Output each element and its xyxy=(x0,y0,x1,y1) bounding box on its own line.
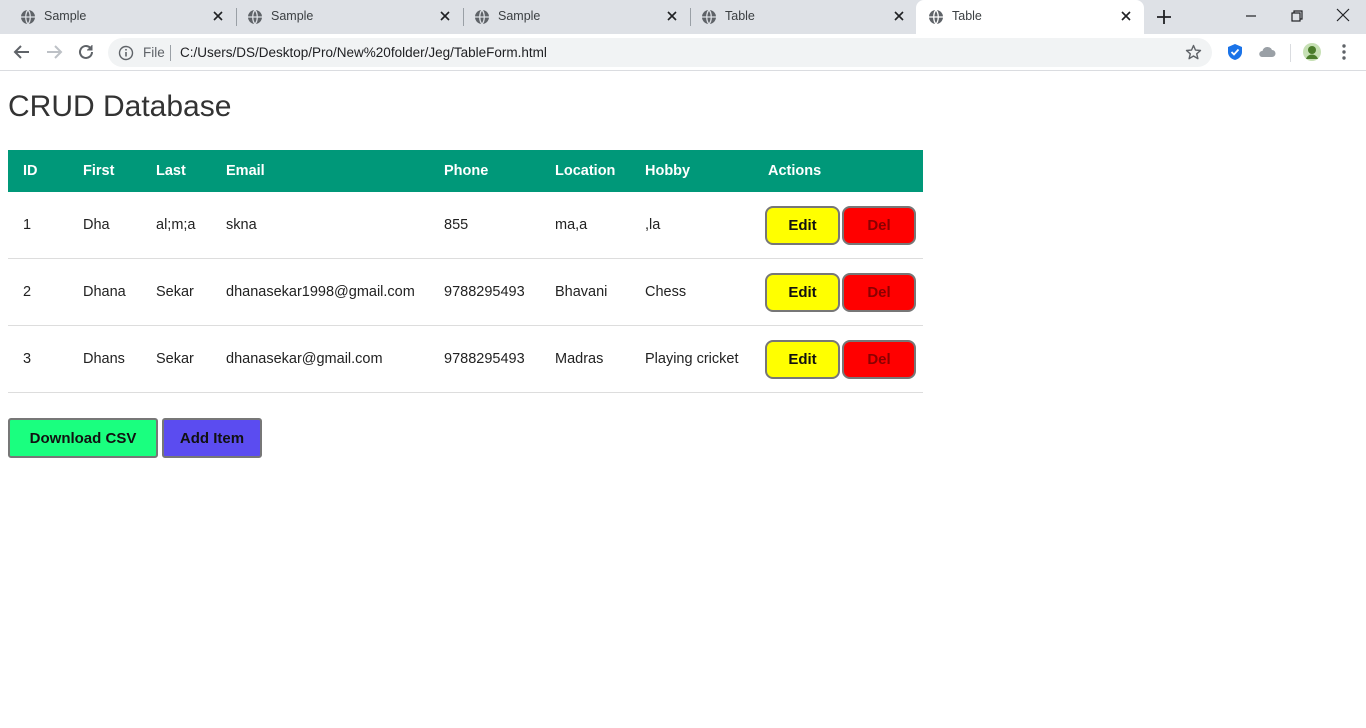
delete-button[interactable]: Del xyxy=(842,272,916,312)
download-csv-button[interactable]: Download CSV xyxy=(8,418,158,458)
toolbar-divider xyxy=(1290,44,1291,62)
tab-title: Sample xyxy=(44,9,87,23)
edit-button[interactable]: Edit xyxy=(765,272,840,312)
address-divider xyxy=(170,45,171,61)
new-tab-icon[interactable] xyxy=(1155,8,1173,26)
column-header-actions: Actions xyxy=(753,150,923,192)
cell-hobby: Playing cricket xyxy=(630,325,753,393)
globe-icon xyxy=(702,9,716,25)
reload-icon[interactable] xyxy=(76,42,96,62)
cell-phone: 9788295493 xyxy=(429,258,540,326)
delete-button[interactable]: Del xyxy=(842,339,916,379)
cell-phone: 855 xyxy=(429,192,540,259)
cell-location: Madras xyxy=(540,325,630,393)
close-tab-icon[interactable] xyxy=(664,8,680,24)
tab-strip: Sample Sample Sample Table Table xyxy=(0,0,1366,34)
table-row: 3 Dhans Sekar dhanasekar@gmail.com 97882… xyxy=(8,325,923,393)
back-icon[interactable] xyxy=(12,42,32,62)
profile-avatar-icon[interactable] xyxy=(1302,42,1322,62)
cell-id: 1 xyxy=(8,192,68,259)
table-row: 2 Dhana Sekar dhanasekar1998@gmail.com 9… xyxy=(8,258,923,326)
close-tab-icon[interactable] xyxy=(210,8,226,24)
edit-button[interactable]: Edit xyxy=(765,205,840,245)
close-tab-icon[interactable] xyxy=(1118,8,1134,24)
cell-id: 3 xyxy=(8,325,68,393)
table-header-row: ID First Last Email Phone Location Hobby… xyxy=(8,150,923,192)
cell-location: ma,a xyxy=(540,192,630,259)
crud-table: ID First Last Email Phone Location Hobby… xyxy=(8,150,923,393)
edit-button[interactable]: Edit xyxy=(765,339,840,379)
info-icon[interactable] xyxy=(118,45,134,61)
cell-hobby: ,la xyxy=(630,192,753,259)
table-row: 1 Dha al;m;a skna 855 ma,a ,la Edit Del xyxy=(8,192,923,259)
cell-last: al;m;a xyxy=(141,192,211,259)
cell-email: dhanasekar@gmail.com xyxy=(211,325,429,393)
cell-first: Dhana xyxy=(68,258,141,326)
column-header-hobby: Hobby xyxy=(630,150,753,192)
cell-actions: Edit Del xyxy=(753,192,923,259)
address-scheme-label: File xyxy=(143,45,165,60)
column-header-id: ID xyxy=(8,150,68,192)
forward-icon[interactable] xyxy=(44,42,64,62)
cell-location: Bhavani xyxy=(540,258,630,326)
browser-tab-1[interactable]: Sample xyxy=(0,0,236,34)
browser-toolbar: File C:/Users/DS/Desktop/Pro/New%20folde… xyxy=(0,34,1366,71)
column-header-email: Email xyxy=(211,150,429,192)
page-title: CRUD Database xyxy=(8,90,232,123)
add-item-button[interactable]: Add Item xyxy=(162,418,262,458)
column-header-phone: Phone xyxy=(429,150,540,192)
delete-button[interactable]: Del xyxy=(842,205,916,245)
close-tab-icon[interactable] xyxy=(437,8,453,24)
browser-tab-4[interactable]: Table xyxy=(681,0,917,34)
cell-email: dhanasekar1998@gmail.com xyxy=(211,258,429,326)
close-tab-icon[interactable] xyxy=(891,8,907,24)
bookmark-star-icon[interactable] xyxy=(1185,44,1202,61)
globe-icon xyxy=(929,9,943,25)
cell-email: skna xyxy=(211,192,429,259)
cell-last: Sekar xyxy=(141,325,211,393)
close-window-icon[interactable] xyxy=(1332,6,1354,26)
tab-title: Sample xyxy=(498,9,541,23)
minimize-icon[interactable] xyxy=(1240,6,1262,26)
address-url[interactable]: C:/Users/DS/Desktop/Pro/New%20folder/Jeg… xyxy=(180,45,547,60)
globe-icon xyxy=(475,9,489,25)
column-header-last: Last xyxy=(141,150,211,192)
cell-actions: Edit Del xyxy=(753,258,923,326)
restore-icon[interactable] xyxy=(1286,6,1308,26)
browser-tab-5-active[interactable]: Table xyxy=(916,0,1144,34)
tab-title: Table xyxy=(952,9,982,23)
cell-first: Dhans xyxy=(68,325,141,393)
shield-extension-icon[interactable] xyxy=(1225,42,1245,62)
cloud-extension-icon[interactable] xyxy=(1257,42,1277,62)
column-header-location: Location xyxy=(540,150,630,192)
browser-tab-3[interactable]: Sample xyxy=(454,0,690,34)
column-header-first: First xyxy=(68,150,141,192)
cell-last: Sekar xyxy=(141,258,211,326)
tab-title: Sample xyxy=(271,9,314,23)
address-bar[interactable]: File C:/Users/DS/Desktop/Pro/New%20folde… xyxy=(108,38,1212,67)
tab-title: Table xyxy=(725,9,755,23)
globe-icon xyxy=(21,9,35,25)
cell-actions: Edit Del xyxy=(753,325,923,393)
cell-first: Dha xyxy=(68,192,141,259)
cell-hobby: Chess xyxy=(630,258,753,326)
menu-kebab-icon[interactable] xyxy=(1334,42,1354,62)
cell-phone: 9788295493 xyxy=(429,325,540,393)
cell-id: 2 xyxy=(8,258,68,326)
browser-tab-2[interactable]: Sample xyxy=(227,0,463,34)
globe-icon xyxy=(248,9,262,25)
